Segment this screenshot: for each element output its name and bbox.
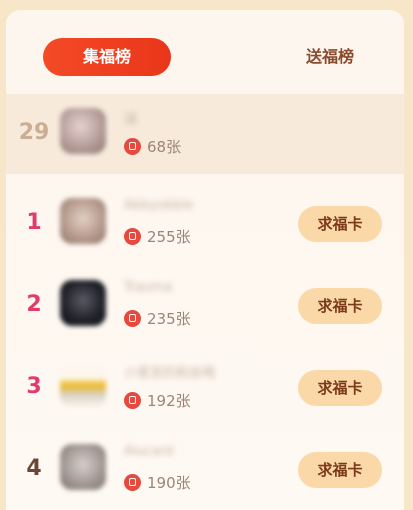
list-item: 4 Alucard 190张 求福卡 (6, 430, 404, 510)
avatar[interactable] (60, 198, 106, 244)
avatar[interactable] (60, 444, 106, 490)
tab-bar: 集福榜 送福榜 (6, 38, 404, 76)
card-count: 190张 (124, 472, 191, 492)
user-name: 小是苦的和会喝 (124, 366, 216, 381)
leaderboard-card: 集福榜 送福榜 29 涵 68张 1 Abbyobble 255张 求福卡 2 … (6, 10, 404, 510)
ask-fu-card-button[interactable]: 求福卡 (298, 452, 382, 488)
user-name: Trauma (124, 280, 173, 295)
list-item: 1 Abbyobble 255张 求福卡 (6, 184, 404, 266)
ask-fu-card-button[interactable]: 求福卡 (298, 206, 382, 242)
fu-card-icon (124, 391, 141, 409)
user-name: 涵 (124, 112, 138, 127)
fu-card-icon (124, 309, 141, 327)
fu-card-icon (124, 227, 141, 245)
ask-fu-card-button[interactable]: 求福卡 (298, 370, 382, 406)
rank-number: 29 (18, 120, 50, 145)
tab-send-fu[interactable]: 送福榜 (268, 38, 392, 76)
rank-number: 3 (26, 374, 42, 399)
count-text: 190张 (147, 473, 191, 492)
rank-number: 1 (26, 210, 42, 235)
avatar[interactable] (60, 108, 106, 154)
rank-number: 2 (26, 292, 42, 317)
count-text: 192张 (147, 391, 191, 410)
tab-collect-fu[interactable]: 集福榜 (43, 38, 171, 76)
avatar[interactable] (60, 280, 106, 326)
list-item: 3 小是苦的和会喝 192张 求福卡 (6, 348, 404, 430)
count-text: 68张 (147, 137, 182, 156)
card-count: 192张 (124, 390, 191, 410)
fu-card-icon (124, 137, 141, 155)
card-count: 235张 (124, 308, 191, 328)
user-name: Alucard (124, 444, 174, 459)
user-name: Abbyobble (124, 198, 194, 213)
count-text: 255张 (147, 227, 191, 246)
list-item: 2 Trauma 235张 求福卡 (6, 266, 404, 348)
ask-fu-card-button[interactable]: 求福卡 (298, 288, 382, 324)
card-count: 68张 (124, 136, 181, 156)
my-rank-row: 29 涵 68张 (6, 94, 404, 174)
fu-card-icon (124, 473, 141, 491)
avatar[interactable] (60, 362, 106, 408)
rank-number: 4 (26, 456, 42, 481)
count-text: 235张 (147, 309, 191, 328)
card-count: 255张 (124, 226, 191, 246)
